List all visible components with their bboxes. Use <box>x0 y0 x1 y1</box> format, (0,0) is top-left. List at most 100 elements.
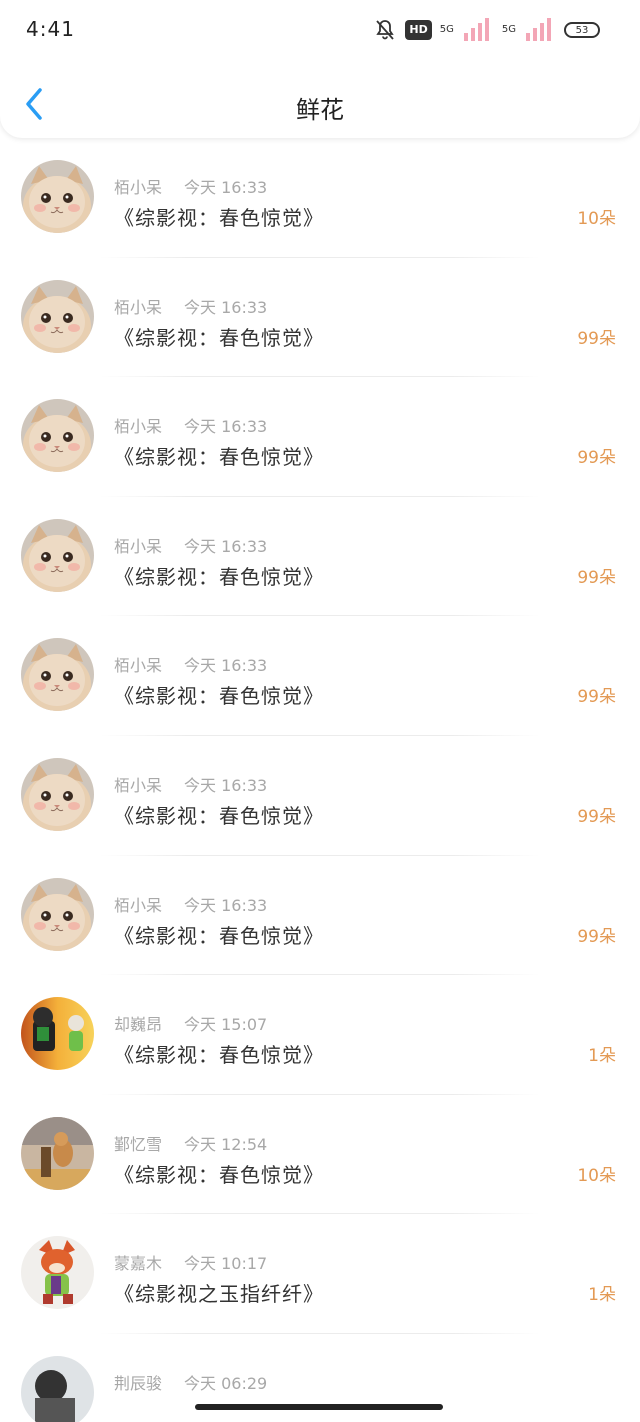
user-name: 荆辰骏 <box>114 1373 163 1393</box>
status-icons: HD 5G 5G 53 <box>373 16 600 44</box>
avatar[interactable] <box>21 279 94 353</box>
book-title: 《综影视：春色惊觉》 <box>114 206 324 230</box>
screen: 4:41 HD 5G 5G 53 鲜花 栢小呆 今天 16:33 《综影视：春色… <box>0 0 640 1422</box>
list-item[interactable]: 栢小呆 今天 16:33 《综影视：春色惊觉》 99朵 <box>0 616 640 736</box>
timestamp: 今天 16:33 <box>184 297 268 317</box>
list-item[interactable]: 栢小呆 今天 16:33 《综影视：春色惊觉》 99朵 <box>0 377 640 497</box>
flower-count: 1朵 <box>588 1285 616 1306</box>
avatar[interactable] <box>21 997 94 1071</box>
network-label-1: 5G <box>439 24 454 35</box>
cat-avatar-icon <box>21 877 94 951</box>
flower-count: 99朵 <box>577 806 616 827</box>
flower-list: 栢小呆 今天 16:33 《综影视：春色惊觉》 10朵 栢小呆 今天 16:33 《综影视：… <box>0 138 640 1422</box>
status-bar: 4:41 HD 5G 5G 53 <box>0 0 640 60</box>
cat-avatar-icon <box>21 638 94 712</box>
book-title: 《综影视：春色惊觉》 <box>114 1043 324 1068</box>
user-name: 却巍昂 <box>114 1015 163 1035</box>
list-item[interactable]: 栢小呆 今天 16:33 《综影视：春色惊觉》 99朵 <box>0 497 640 617</box>
book-title: 《综影视：春色惊觉》 <box>114 684 324 709</box>
book-title: 《综影视：春色惊觉》 <box>114 1162 324 1187</box>
timestamp: 今天 16:33 <box>184 656 268 676</box>
item-meta: 鄞忆雪 今天 12:54 <box>114 1131 267 1155</box>
list-item[interactable]: 栢小呆 今天 16:33 《综影视：春色惊觉》 99朵 <box>0 258 640 378</box>
avatar[interactable] <box>21 1236 94 1310</box>
flower-count: 10朵 <box>577 209 616 229</box>
avatar[interactable] <box>21 518 94 592</box>
cat-avatar-icon <box>21 399 94 473</box>
timestamp: 今天 16:33 <box>184 178 268 197</box>
list-item[interactable]: 栢小呆 今天 16:33 《综影视：春色惊觉》 10朵 <box>0 138 640 258</box>
timestamp: 今天 16:33 <box>184 417 268 437</box>
avatar[interactable] <box>21 757 94 831</box>
cat-avatar-icon <box>21 757 94 831</box>
avatar[interactable] <box>21 1355 94 1422</box>
battery-level: 53 <box>575 24 589 36</box>
avatar[interactable] <box>21 877 94 951</box>
item-meta: 栢小呆 今天 16:33 <box>114 772 267 796</box>
timestamp: 今天 16:33 <box>184 775 268 795</box>
user-name: 栢小呆 <box>114 775 163 795</box>
timestamp: 今天 12:54 <box>184 1134 268 1154</box>
fox-avatar-icon <box>21 1236 94 1310</box>
flower-count: 99朵 <box>577 567 616 588</box>
flower-count: 99朵 <box>577 687 616 708</box>
avatar[interactable] <box>21 638 94 712</box>
flower-count: 99朵 <box>577 448 616 469</box>
flower-count: 10朵 <box>577 1165 616 1186</box>
photo-avatar-icon <box>21 1355 94 1422</box>
signal-icon <box>463 18 489 41</box>
list-item[interactable]: 鄞忆雪 今天 12:54 《综影视：春色惊觉》 10朵 <box>0 1095 640 1215</box>
book-title: 《综影视：春色惊觉》 <box>114 564 324 589</box>
book-title: 《综影视：春色惊觉》 <box>114 803 324 828</box>
timestamp: 今天 15:07 <box>184 1015 268 1035</box>
timestamp: 今天 16:33 <box>184 895 268 915</box>
user-name: 栢小呆 <box>114 417 163 437</box>
header: 4:41 HD 5G 5G 53 鲜花 <box>0 0 640 138</box>
item-meta: 栢小呆 今天 16:33 <box>114 892 267 916</box>
item-meta: 栢小呆 今天 16:33 <box>114 413 267 437</box>
user-name: 栢小呆 <box>114 536 163 556</box>
network-label-2: 5G <box>501 24 516 35</box>
item-meta: 栢小呆 今天 16:33 <box>114 533 267 557</box>
item-meta: 蒙嘉木 今天 10:17 <box>114 1250 267 1274</box>
avatar[interactable] <box>21 1116 94 1190</box>
cat-avatar-icon <box>21 518 94 592</box>
list-item[interactable]: 却巍昂 今天 15:07 《综影视：春色惊觉》 1朵 <box>0 975 640 1095</box>
flower-count: 99朵 <box>577 328 616 349</box>
user-name: 鄞忆雪 <box>114 1134 163 1154</box>
timestamp: 今天 10:17 <box>184 1254 268 1274</box>
cat-avatar-icon <box>21 160 94 233</box>
user-name: 栢小呆 <box>114 656 163 676</box>
book-title: 《综影视：春色惊觉》 <box>114 923 324 948</box>
battery-icon: 53 <box>564 22 600 38</box>
item-meta: 栢小呆 今天 16:33 <box>114 294 267 318</box>
signal-icon-2 <box>526 18 551 41</box>
home-indicator[interactable] <box>195 1404 443 1410</box>
item-meta: 栢小呆 今天 16:33 <box>114 174 267 198</box>
cat-avatar-icon <box>21 279 94 353</box>
list-item[interactable]: 蒙嘉木 今天 10:17 《综影视之玉指纤纤》 1朵 <box>0 1214 640 1334</box>
avatar[interactable] <box>21 399 94 473</box>
item-meta: 荆辰骏 今天 06:29 <box>114 1370 267 1394</box>
list-item[interactable]: 栢小呆 今天 16:33 《综影视：春色惊觉》 99朵 <box>0 856 640 976</box>
page-title: 鲜花 <box>296 96 344 124</box>
nav-bar: 鲜花 <box>0 70 640 136</box>
book-title: 《综影视：春色惊觉》 <box>114 325 324 350</box>
status-time: 4:41 <box>26 17 75 41</box>
flower-count: 99朵 <box>577 926 616 947</box>
list-item[interactable]: 栢小呆 今天 16:33 《综影视：春色惊觉》 99朵 <box>0 736 640 856</box>
flower-count: 1朵 <box>588 1046 616 1067</box>
book-title: 《综影视之玉指纤纤》 <box>114 1282 324 1307</box>
squirrel-avatar-icon <box>21 1116 94 1190</box>
bell-muted-icon <box>376 20 395 40</box>
timestamp: 今天 16:33 <box>184 536 268 556</box>
user-name: 栢小呆 <box>114 178 163 197</box>
user-name: 栢小呆 <box>114 895 163 915</box>
figurine-avatar-icon <box>21 997 94 1071</box>
item-meta: 栢小呆 今天 16:33 <box>114 652 267 676</box>
item-meta: 却巍昂 今天 15:07 <box>114 1011 267 1035</box>
user-name: 蒙嘉木 <box>114 1254 163 1274</box>
hd-badge: HD <box>405 20 432 40</box>
user-name: 栢小呆 <box>114 297 163 317</box>
avatar[interactable] <box>21 160 94 233</box>
